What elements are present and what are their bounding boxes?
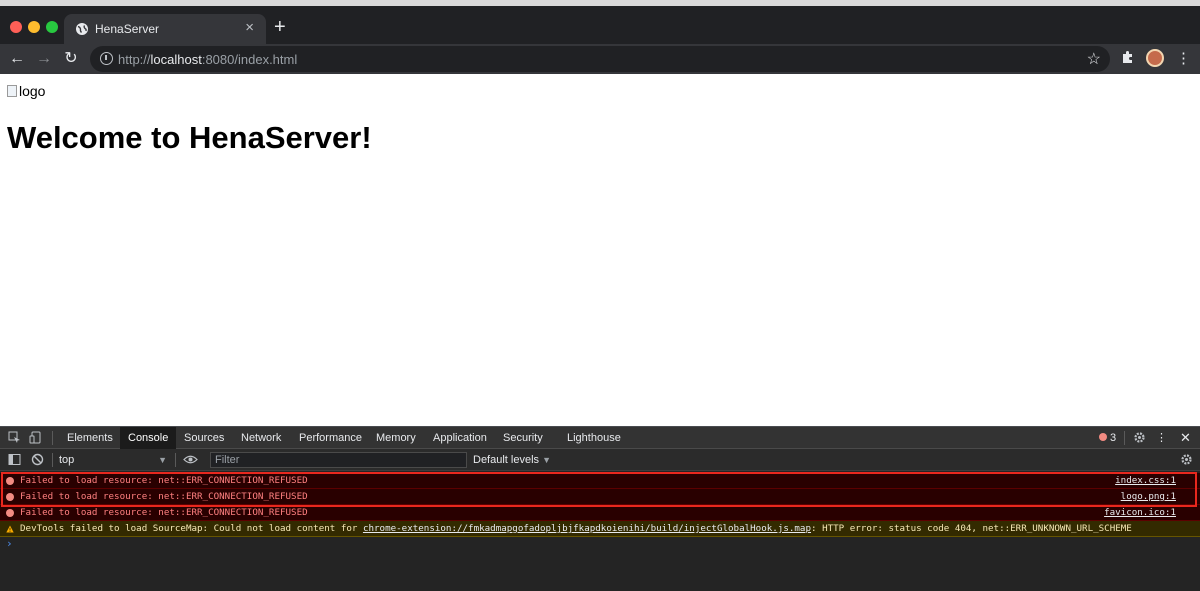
browser-toolbar: ← → ↻ http://localhost:8080/index.html ☆… (0, 44, 1200, 74)
tab-network[interactable]: Network (233, 427, 289, 449)
tab-performance[interactable]: Performance (291, 427, 370, 449)
log-levels-dropdown[interactable]: Default levels ▼ (473, 452, 551, 468)
settings-gear-icon[interactable] (1133, 431, 1146, 444)
console-settings-gear-icon[interactable] (1180, 453, 1193, 466)
devtools-close-icon[interactable]: ✕ (1176, 427, 1195, 449)
page-viewport: logo Welcome to HenaServer! (0, 74, 1200, 426)
execution-context-select[interactable]: top ▼ (56, 452, 170, 468)
console-prompt-chevron-icon[interactable]: › (6, 537, 13, 550)
profile-avatar[interactable] (1146, 49, 1164, 67)
sourcemap-link[interactable]: chrome-extension://fmkadmapgofadopljbjfk… (363, 523, 811, 534)
browser-tab[interactable]: HenaServer × (64, 14, 266, 44)
toolbar-divider (52, 453, 53, 467)
devtools-panel: Elements Console Sources Network Perform… (0, 426, 1200, 591)
toolbar-divider (1124, 431, 1125, 445)
globe-icon (76, 23, 88, 35)
source-link[interactable]: favicon.ico:1 (1104, 505, 1176, 521)
reload-button[interactable]: ↻ (61, 49, 81, 69)
broken-logo-image: logo (7, 83, 45, 99)
tab-close-icon[interactable]: × (245, 19, 254, 36)
broken-image-icon (7, 85, 17, 97)
error-icon (1099, 433, 1107, 441)
tab-security[interactable]: Security (495, 427, 551, 449)
new-tab-button[interactable]: + (274, 17, 286, 37)
live-expression-eye-icon[interactable] (183, 453, 198, 466)
address-bar[interactable]: http://localhost:8080/index.html ☆ (90, 46, 1110, 72)
console-filter-bar: top ▼ Filter Default levels ▼ (0, 449, 1200, 471)
forward-button[interactable]: → (34, 49, 54, 69)
clear-console-icon[interactable] (31, 453, 44, 466)
tab-application[interactable]: Application (425, 427, 495, 449)
tab-title: HenaServer (95, 22, 160, 36)
back-button[interactable]: ← (7, 49, 27, 69)
devtools-tabbar: Elements Console Sources Network Perform… (0, 427, 1200, 449)
inspect-element-icon[interactable] (8, 431, 21, 444)
tab-elements[interactable]: Elements (59, 427, 121, 449)
tab-memory[interactable]: Memory (368, 427, 424, 449)
url-text[interactable]: http://localhost:8080/index.html (118, 52, 297, 67)
console-error-message: Failed to load resource: net::ERR_CONNEC… (0, 505, 1200, 521)
sidebar-toggle-icon[interactable] (8, 453, 21, 466)
page-heading: Welcome to HenaServer! (7, 120, 372, 155)
error-icon (6, 509, 14, 517)
chevron-down-icon: ▼ (542, 455, 552, 465)
console-warning-message: DevTools failed to load SourceMap: Could… (0, 521, 1200, 537)
console-filter-input[interactable]: Filter (210, 452, 467, 468)
tab-lighthouse[interactable]: Lighthouse (559, 427, 629, 449)
toolbar-divider (175, 453, 176, 467)
bookmark-star-icon[interactable]: ☆ (1087, 49, 1101, 69)
tab-sources[interactable]: Sources (176, 427, 232, 449)
console-messages: Failed to load resource: net::ERR_CONNEC… (0, 471, 1200, 591)
extensions-puzzle-icon[interactable] (1120, 49, 1136, 65)
device-toolbar-icon[interactable] (29, 431, 42, 444)
toolbar-divider (52, 431, 53, 445)
tab-strip: HenaServer × + (0, 6, 1200, 44)
window-zoom-button[interactable] (46, 21, 58, 33)
window-minimize-button[interactable] (28, 21, 40, 33)
window-close-button[interactable] (10, 21, 22, 33)
site-info-icon[interactable] (100, 52, 113, 65)
red-highlight-annotation (1, 472, 1197, 507)
chevron-down-icon: ▼ (158, 455, 167, 465)
chrome-menu-icon[interactable]: ⋮ (1176, 49, 1191, 67)
warning-icon (6, 525, 14, 533)
logo-alt-text: logo (19, 83, 46, 99)
devtools-menu-icon[interactable]: ⋮ (1152, 427, 1171, 449)
error-count-badge[interactable]: 3 (1099, 427, 1116, 449)
tab-console[interactable]: Console (120, 427, 177, 449)
